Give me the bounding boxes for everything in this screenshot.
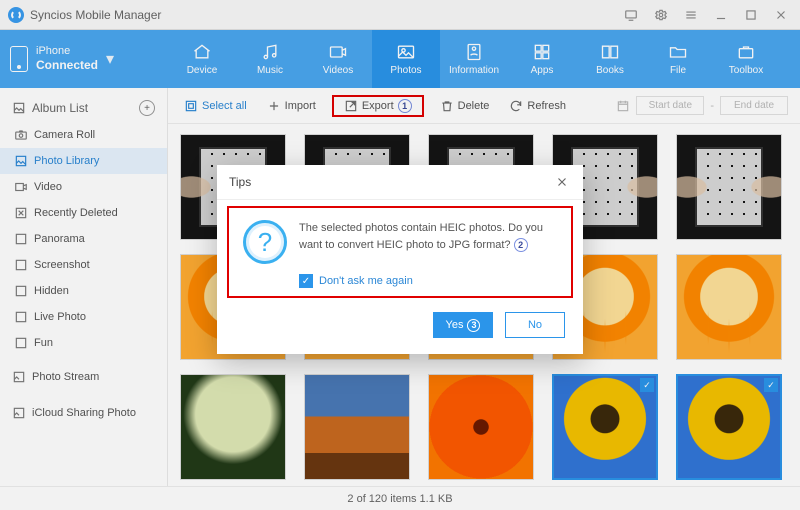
modal-overlay: Tips ? The selected photos contain HEIC … (0, 0, 800, 510)
checkbox-label: Don't ask me again (319, 275, 413, 287)
callout-badge-3: 3 (467, 319, 480, 332)
yes-button[interactable]: Yes3 (433, 312, 493, 338)
no-button[interactable]: No (505, 312, 565, 338)
modal-message: The selected photos contain HEIC photos.… (299, 222, 543, 251)
question-icon: ? (243, 220, 287, 264)
callout-badge-2: 2 (514, 238, 528, 252)
no-label: No (528, 319, 542, 331)
modal-title: Tips (229, 175, 251, 189)
close-icon[interactable] (553, 173, 571, 191)
checkbox-checked-icon: ✓ (299, 274, 313, 288)
dont-ask-checkbox[interactable]: ✓ Don't ask me again (299, 274, 557, 288)
tips-dialog: Tips ? The selected photos contain HEIC … (217, 165, 583, 354)
yes-label: Yes (446, 319, 464, 331)
